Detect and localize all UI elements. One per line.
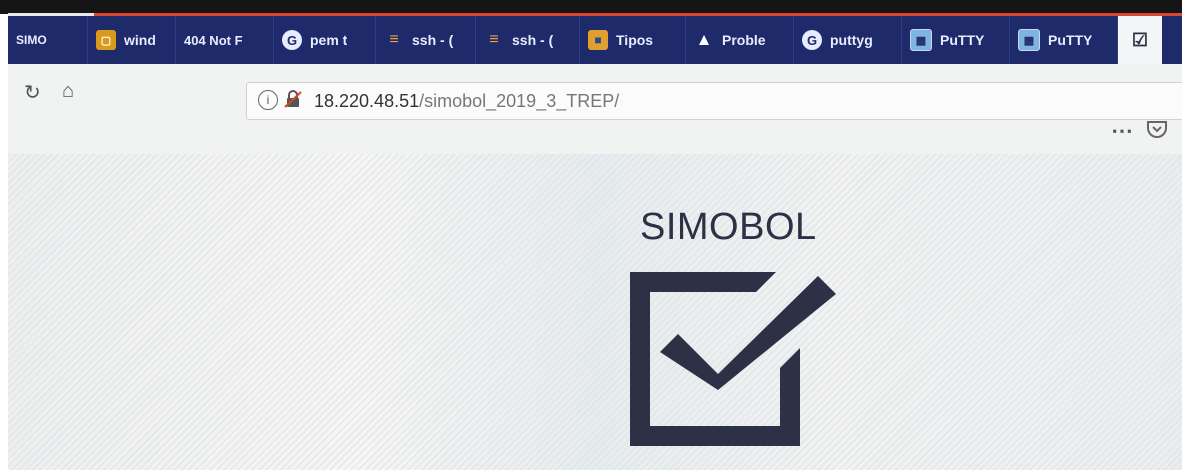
url-path: /simobol_2019_3_TREP/ (419, 91, 620, 111)
tab-puttygen[interactable]: G puttyg (794, 16, 902, 64)
home-icon[interactable]: ⌂ (62, 80, 74, 103)
putty-icon: ▩ (910, 29, 932, 51)
tab-label: pem t (310, 32, 348, 48)
checkbox-icon: ☑ (1131, 29, 1149, 50)
monitor-bezel (0, 0, 1182, 14)
putty-icon: ▩ (1018, 29, 1040, 51)
tab-strip: SIMO ▢ wind 404 Not F G pem t ≡ ssh - ( … (8, 16, 1182, 64)
stackoverflow-icon: ≡ (389, 31, 399, 48)
tab-label: SIMO (16, 33, 47, 47)
tab-label: ssh - ( (512, 32, 554, 48)
logo-text: SIMOBOL (640, 206, 817, 248)
box-icon: ■ (588, 30, 608, 50)
tab-pem[interactable]: G pem t (274, 16, 376, 64)
stackoverflow-icon: ≡ (489, 31, 499, 48)
tab-label: 404 Not F (184, 32, 243, 48)
tab-putty-1[interactable]: ▩ PuTTY (902, 16, 1010, 64)
pocket-icon[interactable] (1146, 119, 1168, 139)
tab-label: PuTTY (1048, 32, 1093, 48)
tab-label: Tipos (616, 32, 654, 48)
google-icon: G (282, 30, 302, 50)
more-actions-icon[interactable]: ⋯ (1111, 118, 1134, 144)
tab-current[interactable]: ☑ (1118, 16, 1162, 64)
tab-label: Proble (722, 32, 766, 48)
tab-window[interactable]: ▢ wind (88, 16, 176, 64)
url-text: 18.220.48.51/simobol_2019_3_TREP/ (314, 91, 619, 112)
tab-label: wind (124, 32, 156, 48)
tab-tipos[interactable]: ■ Tipos (580, 16, 686, 64)
page-content (8, 154, 1182, 470)
google-icon: G (802, 30, 822, 50)
window-icon: ▢ (96, 30, 116, 50)
tab-label: PuTTY (940, 32, 985, 48)
warning-icon: ▲ (695, 30, 713, 49)
tab-404[interactable]: 404 Not F (176, 16, 274, 64)
tab-ssh-2[interactable]: ≡ ssh - ( (476, 16, 580, 64)
tab-ssh-1[interactable]: ≡ ssh - ( (376, 16, 476, 64)
checkbox-logo-icon (630, 272, 836, 446)
tab-putty-2[interactable]: ▩ PuTTY (1010, 16, 1118, 64)
reload-icon[interactable]: ↻ (24, 80, 41, 105)
tab-simobol[interactable]: SIMO (8, 16, 88, 64)
screen: SIMO ▢ wind 404 Not F G pem t ≡ ssh - ( … (0, 0, 1182, 470)
tab-problem[interactable]: ▲ Proble (686, 16, 794, 64)
tab-label: ssh - ( (412, 32, 454, 48)
tab-label: puttyg (830, 32, 873, 48)
info-icon[interactable]: i (258, 90, 278, 110)
url-host: 18.220.48.51 (314, 91, 420, 111)
insecure-lock-icon[interactable] (284, 90, 302, 108)
